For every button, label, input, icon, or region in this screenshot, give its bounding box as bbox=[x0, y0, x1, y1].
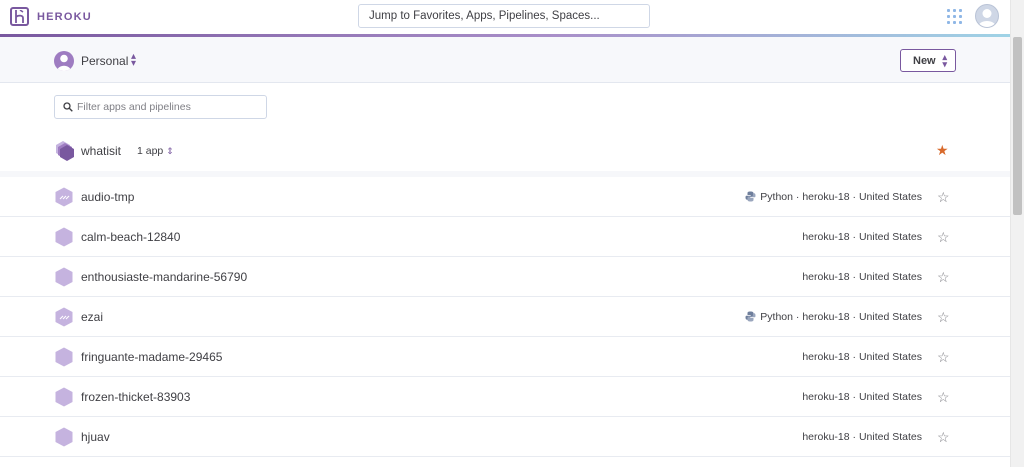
app-region: United States bbox=[858, 431, 922, 443]
filter-placeholder: Filter apps and pipelines bbox=[77, 101, 191, 113]
star-icon[interactable]: ☆ bbox=[937, 269, 950, 286]
app-stack: heroku-18 bbox=[802, 431, 850, 443]
app-region: United States bbox=[858, 391, 922, 403]
app-meta: Python · heroku-18 · United States bbox=[745, 191, 922, 205]
app-meta: heroku-18 · United States bbox=[802, 431, 922, 443]
app-meta: heroku-18 · United States bbox=[802, 391, 922, 403]
star-icon[interactable]: ☆ bbox=[937, 309, 950, 326]
app-region: United States bbox=[858, 351, 922, 363]
app-meta: heroku-18 · United States bbox=[802, 271, 922, 283]
app-name[interactable]: calm-beach-12840 bbox=[81, 230, 180, 244]
team-stack-icon bbox=[54, 140, 76, 162]
app-name[interactable]: hjuav bbox=[81, 430, 110, 444]
account-subheader: Personal ▴ ▾ New ▴ ▾ bbox=[0, 37, 1010, 83]
star-icon[interactable]: ★ bbox=[936, 142, 949, 159]
scrollbar-thumb[interactable] bbox=[1013, 37, 1022, 215]
app-stack: heroku-18 bbox=[802, 231, 850, 243]
top-navigation: HEROKU Jump to Favorites, Apps, Pipeline… bbox=[0, 0, 1010, 34]
apps-grid-icon[interactable] bbox=[947, 9, 963, 25]
team-name[interactable]: whatisit bbox=[81, 144, 121, 158]
star-icon[interactable]: ☆ bbox=[937, 229, 950, 246]
app-hexagon-icon bbox=[54, 187, 74, 207]
star-icon[interactable]: ☆ bbox=[937, 189, 950, 206]
app-region: United States bbox=[858, 311, 922, 323]
new-button-label: New bbox=[913, 55, 936, 67]
brand-name[interactable]: HEROKU bbox=[37, 11, 92, 23]
app-name[interactable]: frozen-thicket-83903 bbox=[81, 390, 190, 404]
app-hexagon-icon bbox=[54, 347, 74, 367]
app-language: Python bbox=[760, 191, 793, 203]
star-icon[interactable]: ☆ bbox=[937, 389, 950, 406]
app-stack: heroku-18 bbox=[802, 391, 850, 403]
app-hexagon-icon bbox=[54, 427, 74, 447]
account-switcher-chevron-icon[interactable]: ▴ ▾ bbox=[131, 52, 136, 69]
team-count-chevron-icon: ⇕ bbox=[166, 146, 174, 156]
app-stack: heroku-18 bbox=[802, 311, 850, 323]
search-icon bbox=[63, 102, 73, 112]
user-avatar-icon[interactable] bbox=[975, 4, 999, 28]
app-row[interactable]: calm-beach-12840 heroku-18 · United State… bbox=[0, 217, 1010, 257]
app-row[interactable]: fringuante-madame-29465 heroku-18 · Unite… bbox=[0, 337, 1010, 377]
app-region: United States bbox=[858, 231, 922, 243]
page-scrollbar[interactable] bbox=[1010, 0, 1024, 467]
app-meta: Python · heroku-18 · United States bbox=[745, 311, 922, 325]
app-row[interactable]: hjuav heroku-18 · United States ☆ bbox=[0, 417, 1010, 457]
app-name[interactable]: audio-tmp bbox=[81, 190, 134, 204]
app-name[interactable]: enthousiaste-mandarine-56790 bbox=[81, 270, 247, 284]
star-icon[interactable]: ☆ bbox=[937, 429, 950, 446]
python-icon bbox=[745, 191, 756, 205]
app-name[interactable]: fringuante-madame-29465 bbox=[81, 350, 222, 364]
app-row[interactable]: frozen-thicket-83903 heroku-18 · United S… bbox=[0, 377, 1010, 417]
star-icon[interactable]: ☆ bbox=[937, 349, 950, 366]
new-menu-chevron-icon: ▴ ▾ bbox=[942, 52, 947, 69]
jump-search-input[interactable]: Jump to Favorites, Apps, Pipelines, Spac… bbox=[358, 4, 650, 28]
team-app-count-label: 1 app bbox=[137, 145, 164, 157]
app-hexagon-icon bbox=[54, 387, 74, 407]
app-row[interactable]: audio-tmp Python · heroku-18 · United Sta… bbox=[0, 177, 1010, 217]
app-meta: heroku-18 · United States bbox=[802, 351, 922, 363]
heroku-logo-icon[interactable] bbox=[10, 7, 29, 26]
app-stack: heroku-18 bbox=[802, 271, 850, 283]
account-switcher-label[interactable]: Personal bbox=[81, 54, 128, 68]
team-app-count[interactable]: 1 app ⇕ bbox=[137, 145, 174, 157]
app-stack: heroku-18 bbox=[802, 351, 850, 363]
app-hexagon-icon bbox=[54, 227, 74, 247]
filter-apps-input[interactable]: Filter apps and pipelines bbox=[54, 95, 267, 119]
app-stack: heroku-18 bbox=[802, 191, 850, 203]
python-icon bbox=[745, 311, 756, 325]
app-language: Python bbox=[760, 311, 793, 323]
app-row[interactable]: ezai Python · heroku-18 · United States ☆ bbox=[0, 297, 1010, 337]
app-name[interactable]: ezai bbox=[81, 310, 103, 324]
app-hexagon-icon bbox=[54, 267, 74, 287]
app-meta: heroku-18 · United States bbox=[802, 231, 922, 243]
app-hexagon-icon bbox=[54, 307, 74, 327]
app-region: United States bbox=[858, 271, 922, 283]
app-row[interactable]: enthousiaste-mandarine-56790 heroku-18 · … bbox=[0, 257, 1010, 297]
personal-account-icon[interactable] bbox=[54, 51, 74, 71]
new-button[interactable]: New ▴ ▾ bbox=[900, 49, 956, 72]
app-region: United States bbox=[858, 191, 922, 203]
